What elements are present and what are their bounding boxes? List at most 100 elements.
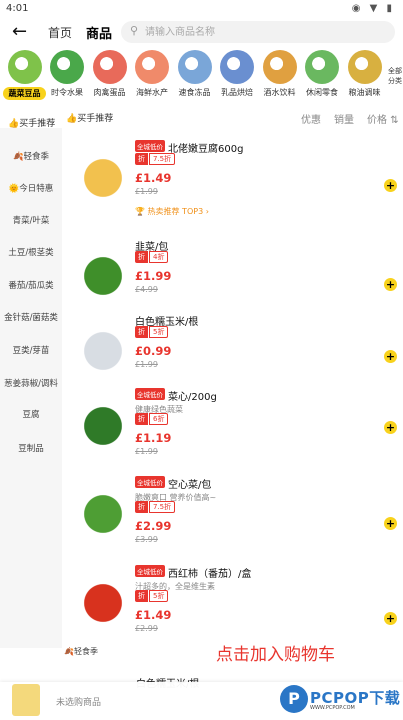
sidebar-item-label: 土豆/根茎类 (8, 248, 54, 258)
discount-amount: 7.5折 (149, 153, 176, 165)
sidebar-item[interactable]: 🍂轻食季 (0, 150, 62, 162)
category-sidebar: 🍂轻食季 🌞今日特惠青菜/叶菜土豆/根茎类 番茄/茄瓜类 金针菇/菌菇类 豆类/芽苗葱姜… (0, 128, 62, 648)
category-item[interactable]: 粮油调味 (343, 48, 386, 102)
category-image (262, 50, 297, 84)
sidebar-item[interactable]: 豆制品 (0, 442, 62, 454)
hot-rank-label: 热卖推荐 TOP3 (147, 207, 204, 216)
sort-arrows-icon: ⇅ (390, 115, 399, 126)
category-item[interactable]: 乳品烘焙 (216, 48, 259, 102)
category-image (135, 50, 169, 84)
product-original-price: £3.99 (135, 535, 158, 544)
product-price: £1.99 (135, 269, 172, 283)
category-label: 酒水饮料 (263, 88, 296, 97)
category-image (92, 50, 127, 84)
header: ← 首页 商品 ⚲ (0, 18, 403, 46)
search-icon: ⚲ (130, 24, 139, 37)
tab-home[interactable]: 首页 (48, 24, 72, 41)
product-price: £0.99 (135, 344, 172, 358)
sidebar-item-label: 豆腐 (22, 410, 40, 420)
product-name: 空心菜/包 (168, 480, 212, 491)
category-item[interactable]: 速食冻品 (173, 48, 216, 102)
product-image[interactable] (74, 247, 132, 305)
product-image[interactable] (74, 322, 132, 380)
category-item[interactable]: 肉禽蛋品 (88, 48, 131, 102)
category-item[interactable]: 海鲜水产 (131, 48, 174, 102)
all-categories-label: 全部分类 (388, 67, 402, 85)
category-label: 粮油调味 (348, 88, 381, 97)
ad-text: 点击加入购物车 (216, 645, 335, 665)
category-label: 蔬菜豆品 (3, 87, 46, 100)
product-original-price: £4.99 (135, 285, 158, 294)
category-label: 海鲜水产 (136, 88, 168, 97)
discount-label: 折 (135, 153, 148, 165)
add-to-cart-button[interactable]: + (384, 517, 397, 530)
discount-amount: 4折 (149, 251, 169, 263)
product-price: £1.49 (135, 608, 172, 622)
product-image[interactable] (74, 149, 132, 207)
sidebar-item-label: 轻食季 (23, 152, 50, 162)
category-item[interactable]: 酒水饮料 (258, 48, 301, 102)
hot-rank-link[interactable]: 🏆 热卖推荐 TOP3 › (135, 206, 209, 217)
sidebar-item-icon: 🌞 (8, 184, 20, 194)
sidebar-item[interactable]: 土豆/根茎类 (0, 246, 62, 258)
product-price: £2.99 (135, 519, 172, 533)
category-item[interactable]: 时令水果 (46, 48, 89, 102)
search-input[interactable] (145, 24, 375, 40)
add-to-cart-button[interactable]: + (384, 278, 397, 291)
price-badge: 全城低价 (135, 388, 165, 400)
product-image[interactable] (74, 485, 132, 543)
sidebar-item[interactable]: 番茄/茄瓜类 (0, 279, 62, 291)
sidebar-item-label: 今日特惠 (19, 184, 54, 194)
discount-amount: 5折 (149, 326, 169, 338)
add-to-cart-button[interactable]: + (384, 179, 397, 192)
product-card[interactable]: 全城低价 西红柿（番茄）/盒 汁超多的，全是维生素折 5折 £1.49 £2.99 + (64, 562, 402, 685)
all-categories-button[interactable]: 全部分类 (386, 48, 403, 102)
sidebar-item[interactable]: 豆腐 (0, 408, 62, 420)
category-item[interactable]: 蔬菜豆品 (3, 48, 46, 102)
category-image (50, 50, 84, 84)
sort-discount[interactable]: 优惠 (301, 111, 321, 126)
product-price: £1.19 (135, 431, 172, 445)
cart-status-text: 未选购商品 (56, 698, 102, 708)
product-original-price: £2.99 (135, 624, 158, 633)
discount-label: 折 (135, 326, 148, 338)
add-to-cart-button[interactable]: + (384, 350, 397, 363)
discount-label: 折 (135, 590, 148, 602)
sort-price[interactable]: 价格 ⇅ (367, 111, 399, 126)
section-header-light-meal: 🍂轻食季 (64, 647, 98, 656)
category-image (7, 50, 42, 84)
category-image (177, 50, 212, 84)
price-badge: 全城低价 (135, 476, 165, 488)
sidebar-item-label: 豆类/芽苗 (12, 346, 50, 356)
sidebar-item[interactable]: 青菜/叶菜 (0, 214, 62, 226)
cart-bag-icon[interactable] (12, 684, 40, 716)
sort-sales[interactable]: 销量 (334, 111, 354, 126)
product-image[interactable] (74, 574, 132, 632)
sidebar-item-icon: 🍂 (12, 152, 24, 162)
sidebar-item-label: 豆制品 (18, 444, 44, 454)
product-image[interactable] (74, 397, 132, 455)
sidebar-item-label: 金针菇/菌菇类 (4, 313, 58, 323)
product-name: 西红柿（番茄）/盒 (168, 569, 252, 580)
status-icons: ◉ ▼ ▮ (351, 3, 395, 14)
back-arrow-icon[interactable]: ← (12, 21, 27, 42)
discount-amount: 5折 (149, 590, 169, 602)
add-to-cart-button[interactable]: + (384, 612, 397, 625)
sidebar-item[interactable]: 豆类/芽苗 (0, 344, 62, 356)
tab-products[interactable]: 商品 (86, 23, 112, 42)
product-name: 菜心/200g (168, 392, 217, 403)
search-box[interactable]: ⚲ (121, 21, 395, 43)
product-name: 北佬嫩豆腐600g (168, 144, 244, 155)
discount-amount: 7.5折 (149, 501, 176, 513)
sidebar-item[interactable]: 金针菇/菌菇类 (0, 311, 62, 323)
sidebar-item[interactable]: 🌞今日特惠 (0, 182, 62, 194)
product-original-price: £1.99 (135, 360, 158, 369)
status-bar: 4:01 ◉ ▼ ▮ (0, 0, 403, 18)
sidebar-item[interactable]: 葱姜蒜椒/调料 (0, 377, 62, 389)
cart-bar[interactable]: 未选购商品 P PCPOP下载 WWW.PCPOP.COM (0, 682, 403, 720)
product-original-price: £1.99 (135, 187, 158, 196)
category-label: 休闲零食 (306, 88, 338, 97)
category-item[interactable]: 休闲零食 (301, 48, 344, 102)
category-label: 乳品烘焙 (221, 88, 253, 97)
add-to-cart-button[interactable]: + (384, 421, 397, 434)
